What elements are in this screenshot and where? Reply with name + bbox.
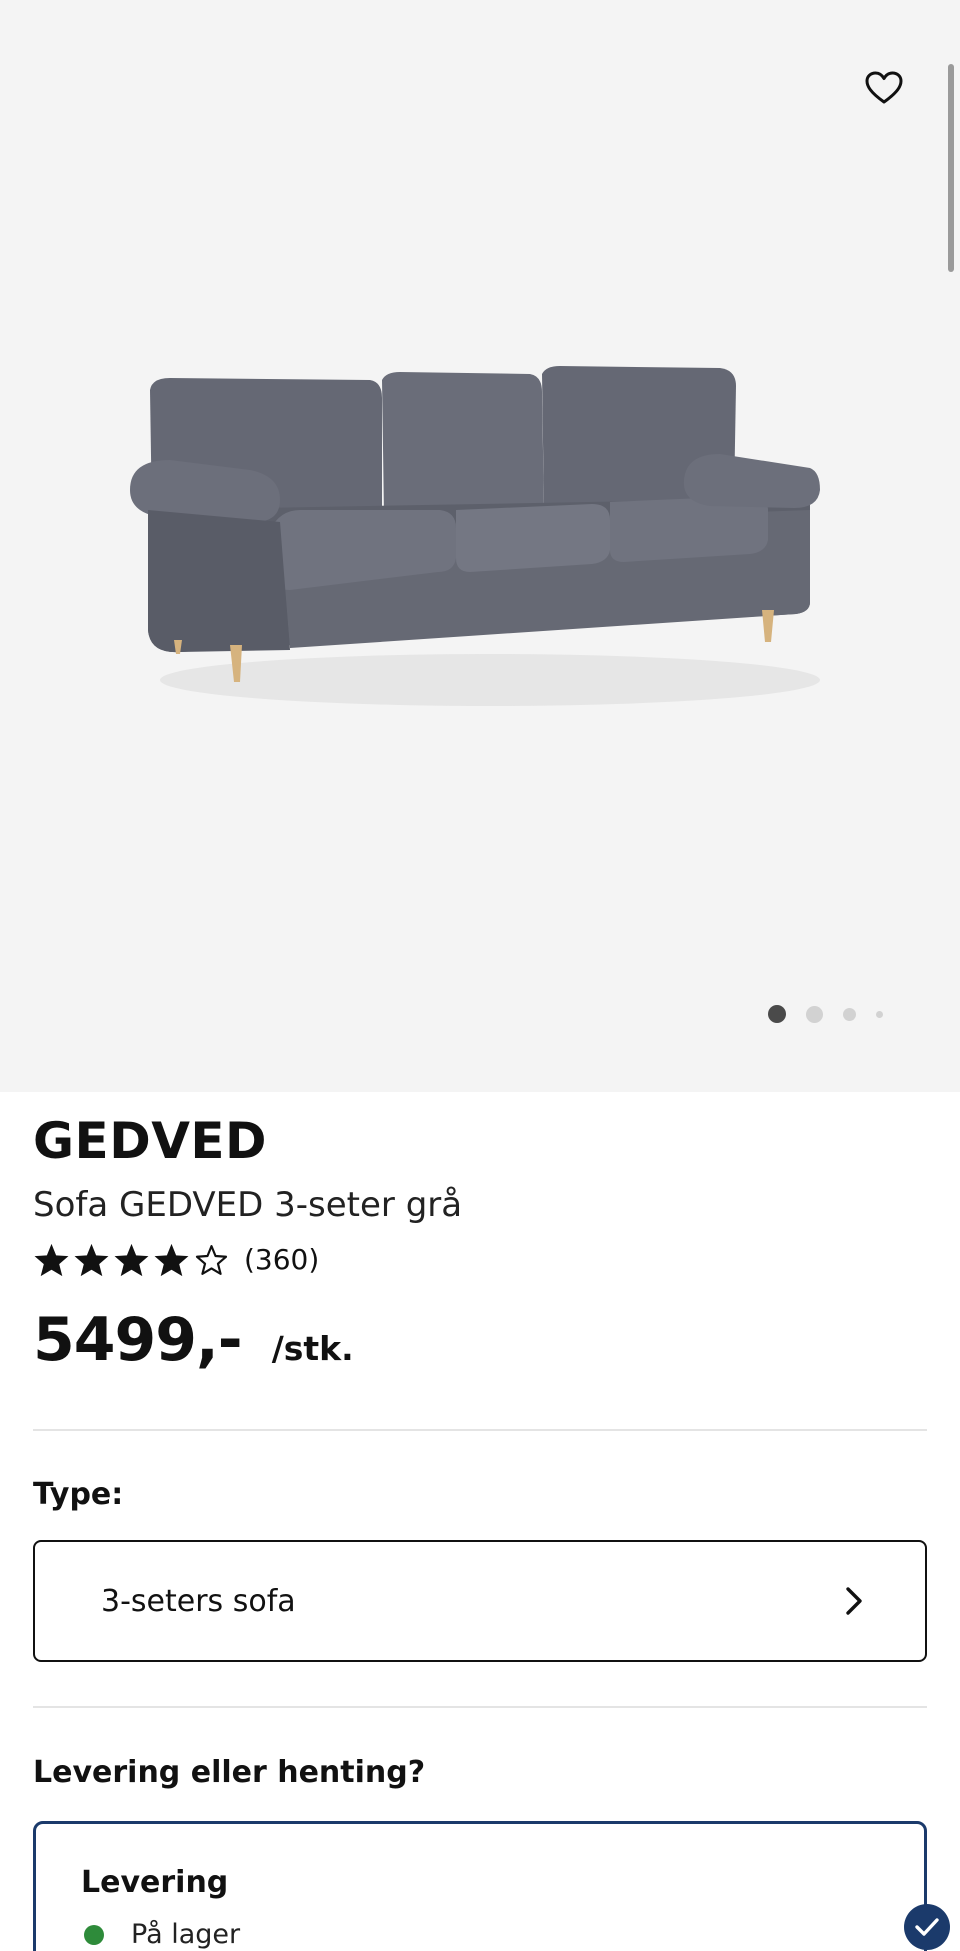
favorite-button[interactable] bbox=[858, 62, 910, 114]
heart-outline-icon bbox=[865, 71, 903, 104]
stock-status-text: På lager bbox=[131, 1919, 241, 1950]
type-selector[interactable]: 3-seters sofa bbox=[33, 1540, 927, 1662]
price-unit: /stk. bbox=[271, 1329, 354, 1368]
divider bbox=[33, 1706, 927, 1708]
star-filled-icon bbox=[114, 1243, 149, 1277]
rating-stars bbox=[33, 1242, 230, 1278]
price-row: 5499,- /stk. bbox=[33, 1300, 354, 1380]
chevron-right-icon bbox=[846, 1587, 862, 1615]
stock-status-dot bbox=[84, 1924, 104, 1945]
product-image-gallery[interactable] bbox=[0, 0, 960, 1092]
product-rating[interactable]: (360) bbox=[33, 1240, 319, 1280]
star-filled-icon bbox=[154, 1243, 189, 1277]
product-subtitle: Sofa GEDVED 3-seter grå bbox=[33, 1185, 463, 1225]
delivery-option-title: Levering bbox=[81, 1865, 229, 1900]
star-outline-icon bbox=[195, 1245, 228, 1275]
check-circle-icon bbox=[904, 1904, 950, 1950]
gallery-dot-2[interactable] bbox=[806, 1005, 823, 1023]
type-value: 3-seters sofa bbox=[101, 1583, 296, 1619]
delivery-option-card[interactable]: Levering På lager bbox=[33, 1821, 927, 1951]
gallery-dot-1[interactable] bbox=[768, 1005, 786, 1023]
star-filled-icon bbox=[74, 1243, 109, 1277]
delivery-question: Levering eller henting? bbox=[33, 1755, 426, 1790]
product-image bbox=[130, 366, 820, 706]
star-filled-icon bbox=[34, 1243, 69, 1277]
type-label: Type: bbox=[33, 1477, 124, 1512]
divider bbox=[33, 1429, 927, 1431]
rating-count: (360) bbox=[244, 1243, 320, 1276]
gallery-pagination bbox=[768, 1005, 883, 1023]
gallery-dot-3[interactable] bbox=[843, 1007, 856, 1021]
product-page: GEDVED Sofa GEDVED 3-seter grå (360) 549… bbox=[0, 0, 960, 1951]
product-price: 5499,- bbox=[33, 1305, 243, 1375]
page-scrollbar[interactable] bbox=[948, 64, 954, 272]
stock-status: På lager bbox=[84, 1919, 240, 1950]
gallery-dot-4[interactable] bbox=[876, 1010, 883, 1018]
product-brand: GEDVED bbox=[33, 1112, 268, 1170]
